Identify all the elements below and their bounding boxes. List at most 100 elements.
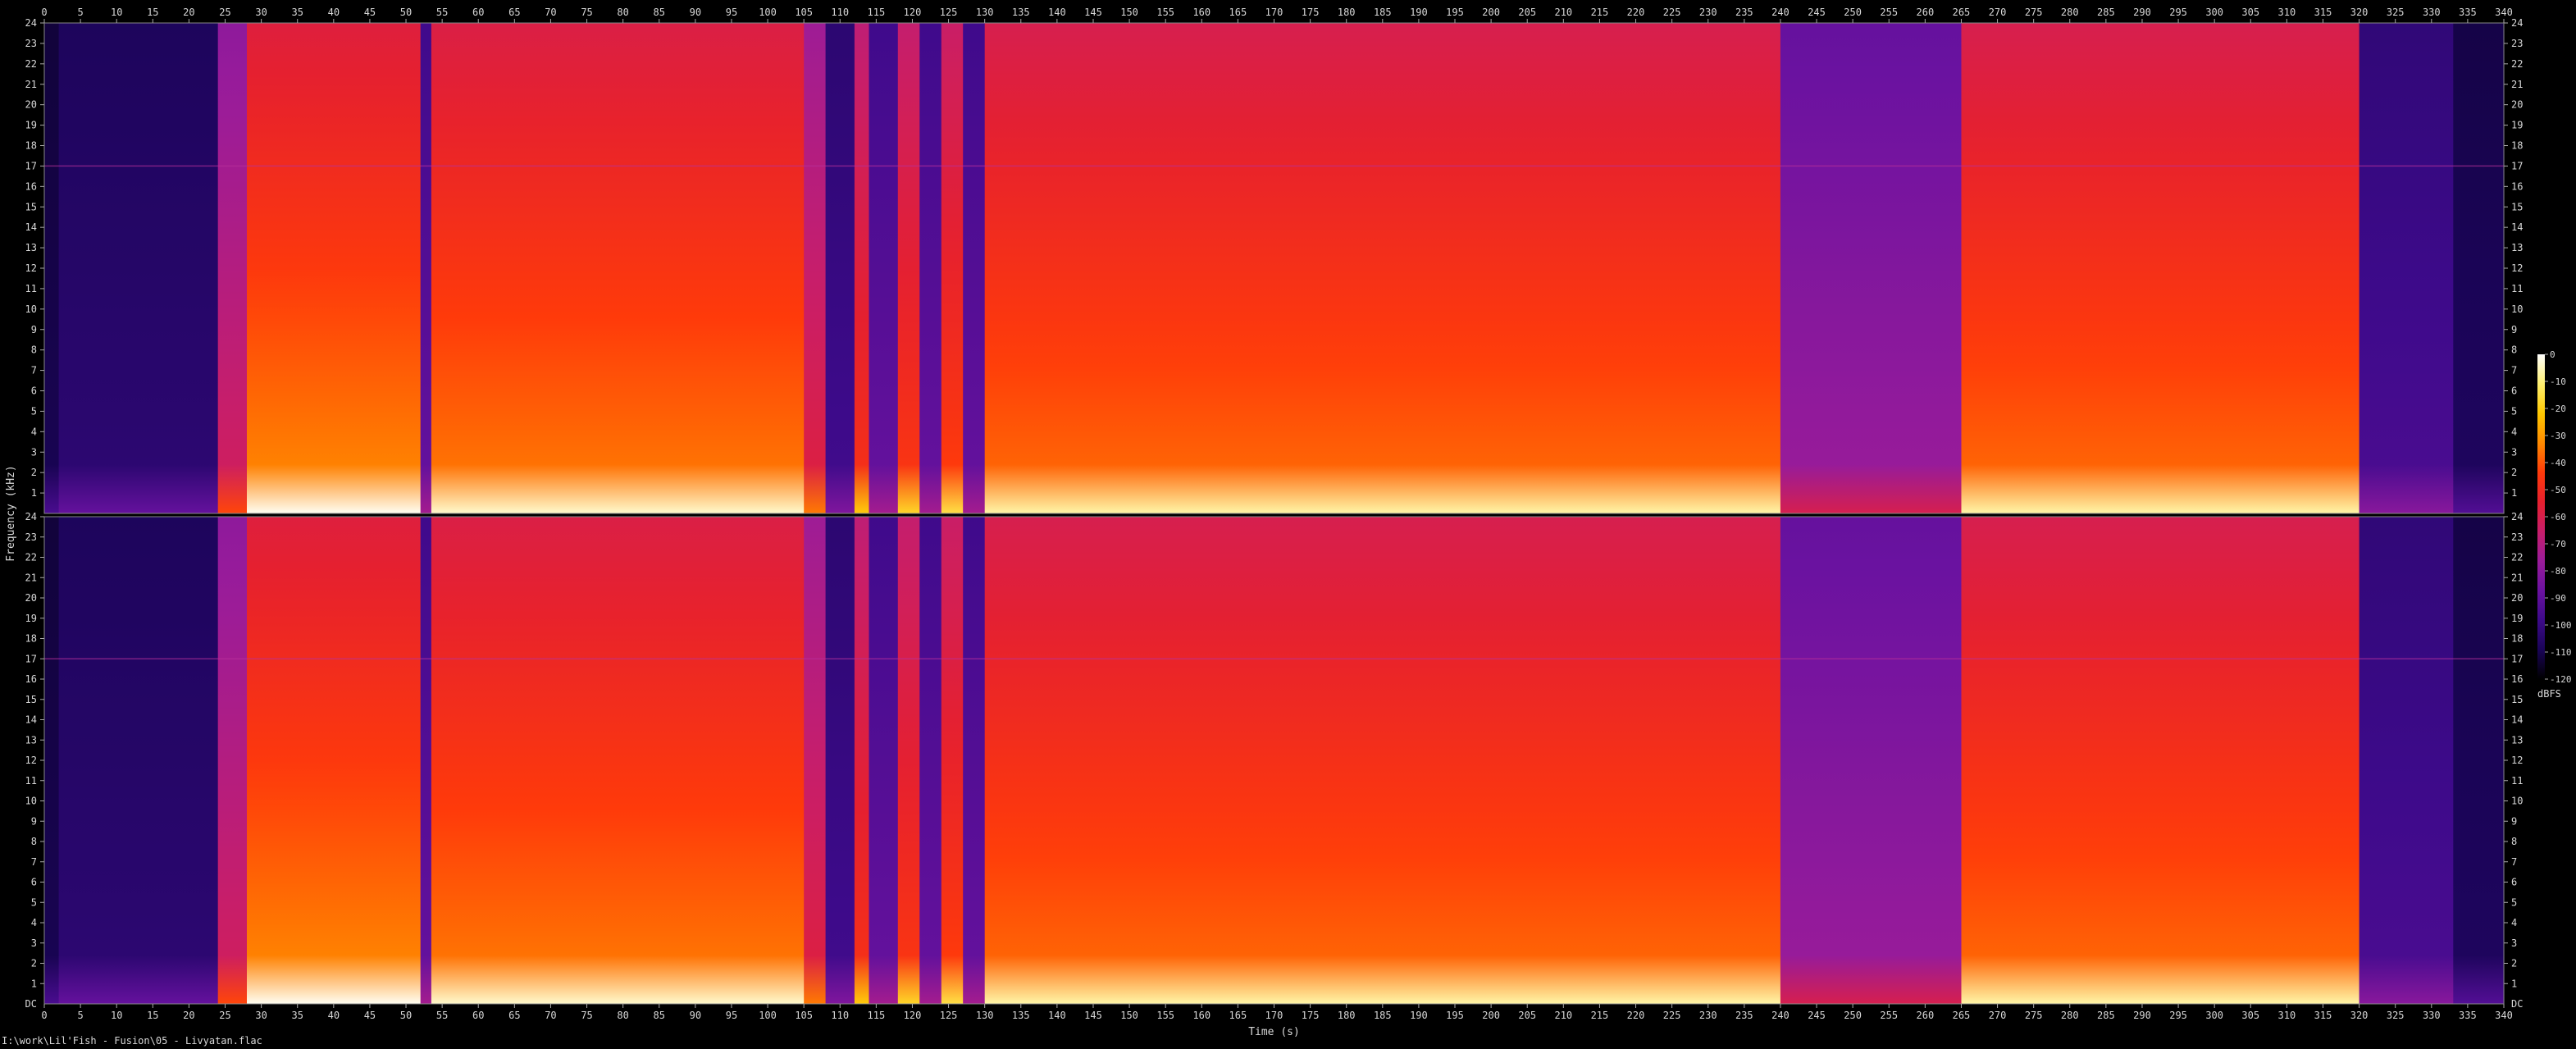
x-tick-label: 20 — [183, 7, 194, 18]
x-tick-label: 195 — [1446, 7, 1464, 18]
x-tick-label: 105 — [795, 1010, 813, 1021]
y-tick-label: 18 — [25, 633, 37, 645]
x-tick-label: 330 — [2423, 1010, 2441, 1021]
spectrum-segment — [897, 23, 920, 513]
x-tick-label: 90 — [690, 7, 701, 18]
x-tick-label: 205 — [1518, 1010, 1536, 1021]
x-tick-label: 220 — [1627, 1010, 1645, 1021]
spectrum-segment — [804, 23, 827, 513]
x-tick-label: 270 — [1989, 7, 2007, 18]
x-tick-label: 100 — [759, 1010, 777, 1021]
colorbar-tick-label: -60 — [2550, 512, 2566, 522]
x-tick-label: 225 — [1663, 7, 1681, 18]
x-tick-label: 340 — [2495, 1010, 2513, 1021]
x-tick-label: 200 — [1482, 7, 1500, 18]
y-tick-label: 14 — [2511, 221, 2523, 233]
x-tick-label: 245 — [1808, 7, 1826, 18]
x-tick-label: 85 — [654, 1010, 665, 1021]
x-tick-label: 115 — [868, 7, 886, 18]
y-tick-label: 5 — [2511, 405, 2517, 417]
spectrum-segment — [854, 517, 870, 1004]
x-tick-label: 290 — [2133, 7, 2151, 18]
spectrum-segment — [941, 517, 964, 1004]
y-tick-label: 7 — [31, 856, 37, 868]
colorbar-tick-label: -80 — [2550, 566, 2566, 577]
y-tick-label: 24 — [2511, 17, 2523, 29]
y-tick-label: 15 — [25, 201, 37, 212]
y-tick-label: 5 — [31, 405, 37, 417]
y-tick-label: 19 — [25, 613, 37, 624]
y-tick-label: 3 — [31, 446, 37, 458]
x-tick-label: 160 — [1192, 1010, 1210, 1021]
spectrum-segment — [420, 517, 432, 1004]
y-tick-label: 15 — [2511, 201, 2523, 212]
file-caption: I:\work\Lil'Fish - Fusion\05 - Livyatan.… — [2, 1035, 262, 1047]
colorbar-label: dBFS — [2537, 688, 2561, 700]
x-tick-label: 120 — [904, 1010, 922, 1021]
x-tick-label: 0 — [41, 7, 47, 18]
x-tick-label: 265 — [1953, 7, 1971, 18]
x-tick-label: 45 — [364, 7, 376, 18]
y-tick-label: 3 — [2511, 446, 2517, 458]
y-tick-label: 1 — [2511, 978, 2517, 989]
x-tick-label: 230 — [1699, 7, 1717, 18]
channel-2-spectrogram — [43, 516, 2505, 1005]
x-tick-label: 190 — [1410, 7, 1428, 18]
y-tick-label: 2 — [2511, 467, 2517, 478]
x-tick-label: 45 — [364, 1010, 376, 1021]
spectrum-segment — [854, 23, 870, 513]
y-tick-label: 19 — [2511, 613, 2523, 624]
y-tick-label: 14 — [25, 221, 37, 233]
x-tick-label: 190 — [1410, 1010, 1428, 1021]
spectrum-segment — [2453, 23, 2505, 513]
x-tick-label: 60 — [472, 7, 484, 18]
spectrum-segment — [2359, 23, 2454, 513]
x-tick-label: 305 — [2241, 1010, 2259, 1021]
x-tick-label: 220 — [1627, 7, 1645, 18]
spectrum-segment — [919, 23, 942, 513]
y-tick-label: 8 — [2511, 836, 2517, 847]
x-tick-label: 5 — [77, 7, 83, 18]
x-tick-label: 315 — [2314, 1010, 2332, 1021]
y-tick-label: 16 — [25, 673, 37, 685]
y-tick-label: 5 — [31, 896, 37, 908]
y-tick-label: 7 — [31, 365, 37, 376]
x-tick-label: 115 — [868, 1010, 886, 1021]
y-tick-label: 13 — [25, 242, 37, 253]
x-tick-label: 235 — [1735, 1010, 1753, 1021]
spectrum-segment — [825, 23, 855, 513]
x-tick-label: 285 — [2097, 7, 2115, 18]
x-tick-label: 145 — [1084, 7, 1102, 18]
x-tick-label: 225 — [1663, 1010, 1681, 1021]
x-tick-label: 10 — [111, 1010, 122, 1021]
y-tick-label: 16 — [2511, 180, 2523, 192]
spectrum-segment — [2359, 517, 2454, 1004]
spectrum-segment — [1961, 517, 2360, 1004]
x-tick-label: 240 — [1771, 7, 1790, 18]
spectrum-segment — [2453, 517, 2505, 1004]
colorbar-tick-label: -120 — [2550, 674, 2572, 685]
x-tick-label: 215 — [1591, 7, 1609, 18]
x-tick-label: 330 — [2423, 7, 2441, 18]
spectrum-segment — [420, 23, 432, 513]
y-tick-label: 7 — [2511, 365, 2517, 376]
y-tick-label: 3 — [31, 937, 37, 949]
y-tick-label: 1 — [2511, 487, 2517, 499]
colorbar-tick-label: -110 — [2550, 647, 2572, 658]
y-tick-label: 21 — [25, 572, 37, 583]
x-tick-label: 80 — [617, 1010, 628, 1021]
x-tick-label: 150 — [1120, 7, 1138, 18]
y-tick-label: 6 — [31, 385, 37, 397]
x-tick-label: 275 — [2025, 7, 2043, 18]
y-tick-label: 23 — [2511, 38, 2523, 49]
y-tick-label: 8 — [31, 344, 37, 356]
y-tick-label: 22 — [25, 58, 37, 70]
spectrum-segment — [984, 23, 1781, 513]
spectrum-segment — [984, 517, 1781, 1004]
y-tick-label: 21 — [25, 79, 37, 90]
colorbar-tick-label: -20 — [2550, 404, 2566, 414]
x-tick-label: 70 — [545, 7, 556, 18]
x-tick-label: 170 — [1265, 1010, 1283, 1021]
x-tick-label: 165 — [1229, 7, 1247, 18]
x-tick-label: 320 — [2350, 1010, 2369, 1021]
